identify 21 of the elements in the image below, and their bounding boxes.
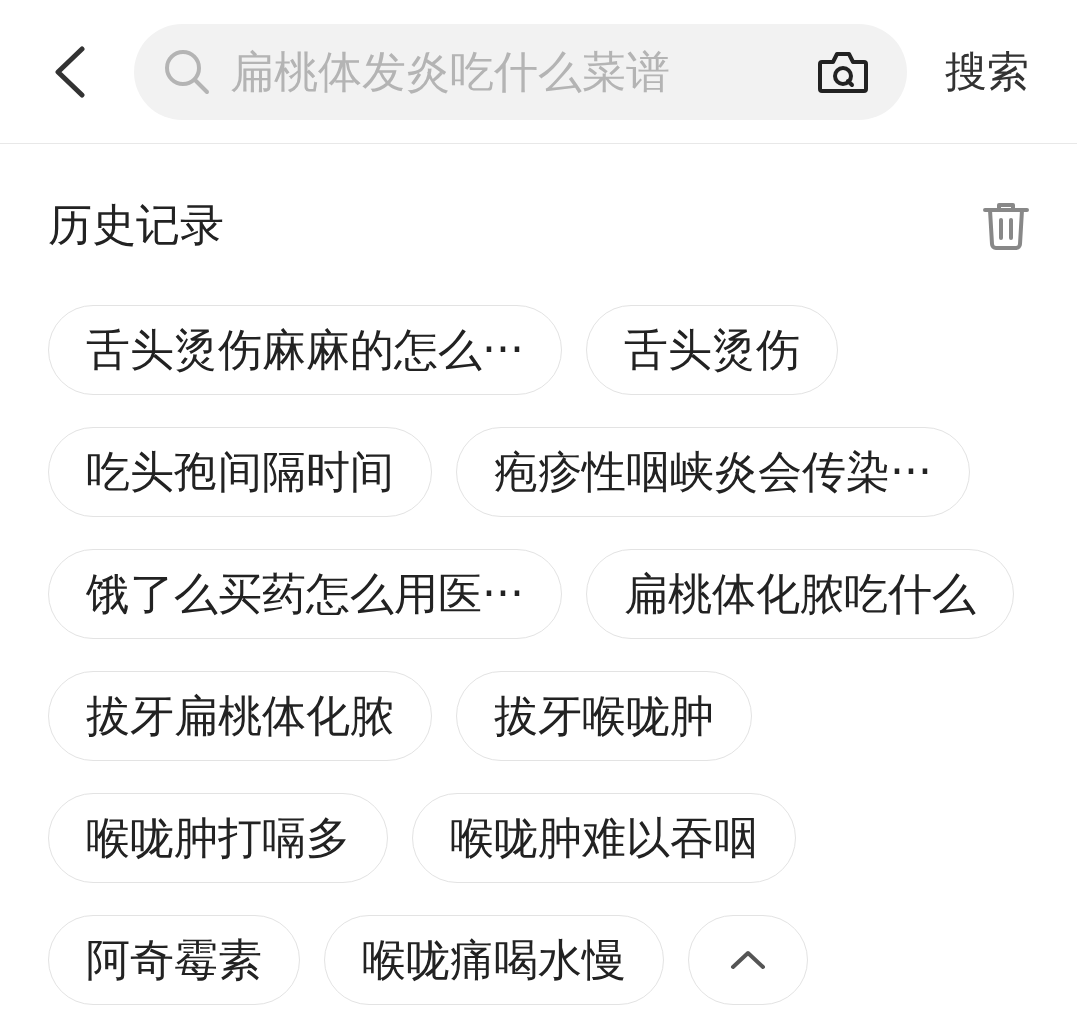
history-chip[interactable]: 拔牙扁桃体化脓 (48, 671, 432, 761)
history-chip[interactable]: 舌头烫伤麻麻的怎么··· (48, 305, 562, 395)
history-chip[interactable]: 喉咙肿打嗝多 (48, 793, 388, 883)
search-icon (164, 48, 210, 95)
camera-icon[interactable] (817, 49, 869, 94)
back-icon[interactable] (52, 45, 86, 98)
history-chip[interactable]: 喉咙肿难以吞咽 (412, 793, 796, 883)
history-chip[interactable]: 阿奇霉素 (48, 915, 300, 1005)
history-chip[interactable]: 扁桃体化脓吃什么 (585, 549, 1014, 639)
trash-icon[interactable] (983, 201, 1029, 250)
search-bar[interactable]: 扁桃体发炎吃什么菜谱 (134, 23, 907, 120)
history-chip[interactable]: 吃头孢间隔时间 (48, 427, 432, 517)
history-chip[interactable]: 拔牙喉咙肿 (456, 671, 752, 761)
history-title: 历史记录 (48, 198, 224, 252)
search-field[interactable]: 扁桃体发炎吃什么菜谱 (230, 41, 817, 102)
history-chip[interactable]: 疱疹性咽峡炎会传染··· (456, 427, 970, 517)
history-chip[interactable]: 喉咙痛喝水慢 (324, 915, 664, 1005)
history-chip[interactable]: 饿了么买药怎么用医··· (48, 549, 562, 639)
history-chip[interactable]: 舌头烫伤 (585, 305, 838, 395)
search-button[interactable]: 搜索 (945, 43, 1029, 100)
chevron-up-icon (730, 950, 766, 970)
